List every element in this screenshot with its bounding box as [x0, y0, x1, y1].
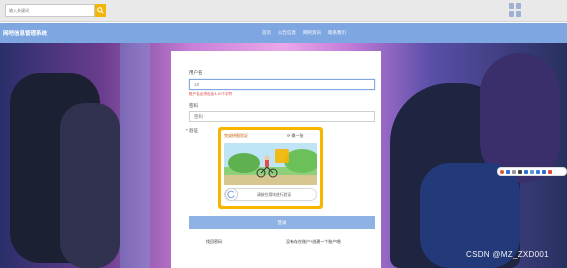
refresh-icon: [227, 190, 235, 199]
watermark-text: CSDN @MZ_ZXD001: [466, 250, 549, 259]
password-input[interactable]: [189, 111, 375, 122]
nav-item-contact[interactable]: 联系我们: [328, 30, 346, 36]
password-label: 密码: [189, 103, 198, 108]
captcha-puzzle-image: [224, 143, 317, 185]
search-icon: [97, 7, 104, 14]
captcha-slider[interactable]: 请按住滑块进行验证: [224, 188, 317, 201]
username-input[interactable]: [189, 79, 375, 90]
captcha-label: * 验证: [186, 128, 199, 133]
top-search-bar: [0, 0, 567, 22]
nav-item-news[interactable]: 网吧资讯: [303, 30, 321, 36]
search-button[interactable]: [95, 4, 106, 17]
login-button[interactable]: 登录: [189, 216, 375, 229]
register-link[interactable]: 没有存在账户?创建一个账户吧!: [286, 239, 341, 245]
site-brand[interactable]: 网吧信息管理系统: [3, 29, 47, 37]
nav-item-notices[interactable]: 公告信息: [278, 30, 296, 36]
username-error: 账户名必须包含3-10个字符: [189, 92, 233, 96]
captcha-title: 完成拼图验证: [224, 133, 248, 138]
captcha-refresh-button[interactable]: ⟳ 换一张: [287, 133, 303, 139]
login-form: 用户名 账户名必须包含3-10个字符 密码 * 验证 完成拼图验证 ⟳ 换一张: [171, 51, 381, 268]
search-input[interactable]: [5, 4, 95, 17]
forgot-password-link[interactable]: 找回密码: [206, 239, 222, 245]
captcha-puzzle-piece: [275, 149, 289, 163]
ime-toolbar[interactable]: [497, 167, 567, 176]
nav-menu: 首页 公告信息 网吧资讯 联系我们: [262, 30, 346, 36]
slider-handle[interactable]: [225, 188, 238, 201]
nav-item-home[interactable]: 首页: [262, 30, 271, 36]
slider-instruction: 请按住滑块进行验证: [257, 193, 292, 197]
username-label: 用户名: [189, 70, 203, 75]
qr-grid-icon[interactable]: [509, 3, 521, 18]
captcha-widget: 完成拼图验证 ⟳ 换一张 请按住滑块进行验证: [218, 127, 323, 209]
navigation-bar: 网吧信息管理系统 首页 公告信息 网吧资讯 联系我们: [0, 23, 567, 43]
